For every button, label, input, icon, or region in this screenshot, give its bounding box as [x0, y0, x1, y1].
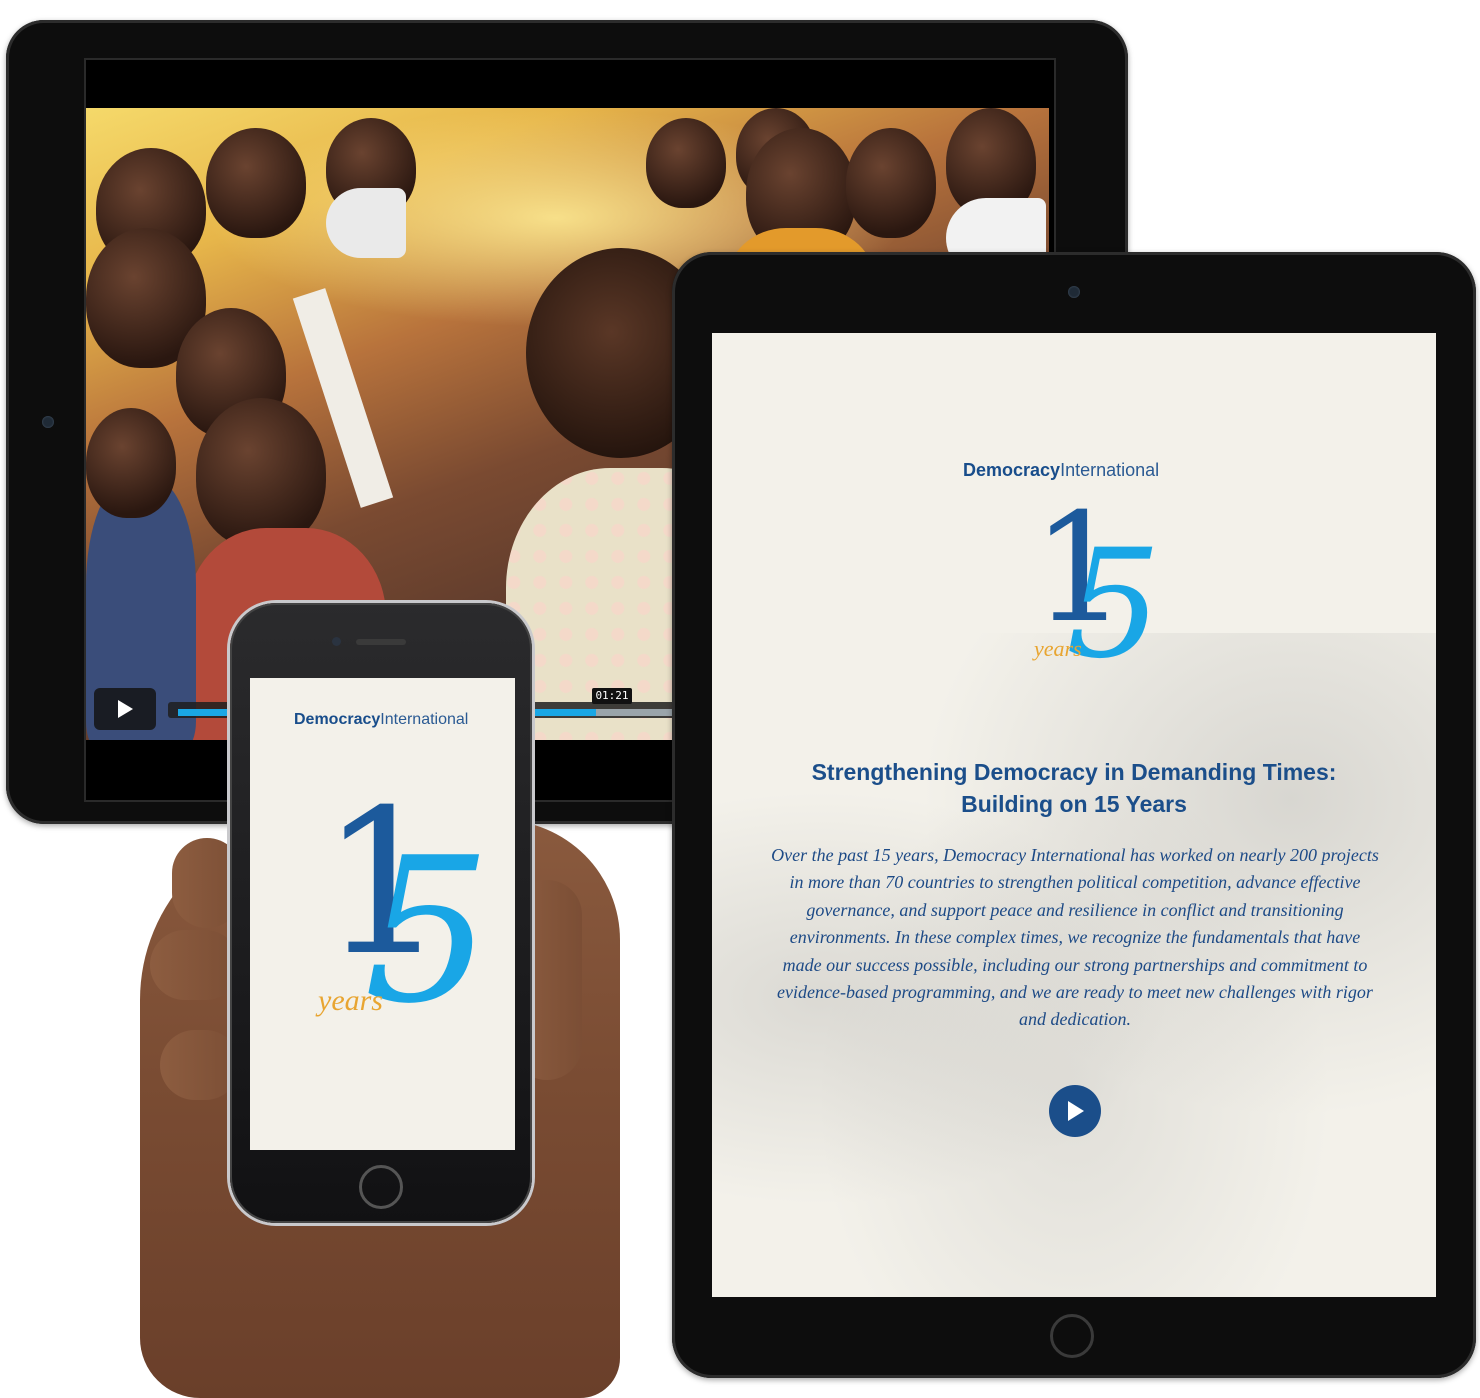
logo-years-word: years — [1034, 636, 1082, 661]
hand-finger — [160, 1030, 240, 1100]
play-icon — [118, 700, 133, 718]
tablet-15-years-logo: 1 5 years — [1026, 494, 1161, 696]
home-button[interactable] — [1050, 1314, 1094, 1358]
phone-speaker — [356, 639, 406, 645]
page-play-button[interactable] — [1049, 1085, 1101, 1137]
video-crowd-child — [206, 128, 306, 238]
brand-name-bold: Democracy — [294, 711, 381, 728]
brand-name-light: International — [380, 711, 469, 728]
logo-years-word: years — [318, 984, 383, 1017]
logo-digit-five: 5 — [364, 815, 492, 1048]
phone-brand-logo: DemocracyInternational — [294, 711, 468, 729]
video-time-tooltip: 01:21 — [592, 688, 632, 704]
home-button[interactable] — [359, 1165, 403, 1209]
front-camera — [1068, 286, 1080, 298]
front-camera — [42, 416, 54, 428]
front-camera — [332, 637, 341, 646]
brand-name-light: International — [1060, 460, 1160, 480]
video-megaphone — [326, 188, 406, 258]
video-crowd-child — [646, 118, 726, 208]
play-circle-icon — [1068, 1101, 1084, 1121]
page-body-text: Over the past 15 years, Democracy Intern… — [771, 845, 1379, 1030]
brand-name-bold: Democracy — [963, 460, 1061, 480]
tablet-brand-logo: DemocracyInternational — [963, 460, 1159, 481]
phone-15-years-logo: 1 5 years — [306, 784, 491, 1070]
page-headline: Strengthening Democracy in Demanding Tim… — [811, 759, 1337, 817]
video-crowd-child — [846, 128, 936, 238]
video-crowd-child — [196, 398, 326, 548]
video-crowd-child — [86, 408, 176, 518]
video-play-button[interactable] — [94, 688, 156, 730]
hand-finger — [150, 930, 240, 1000]
